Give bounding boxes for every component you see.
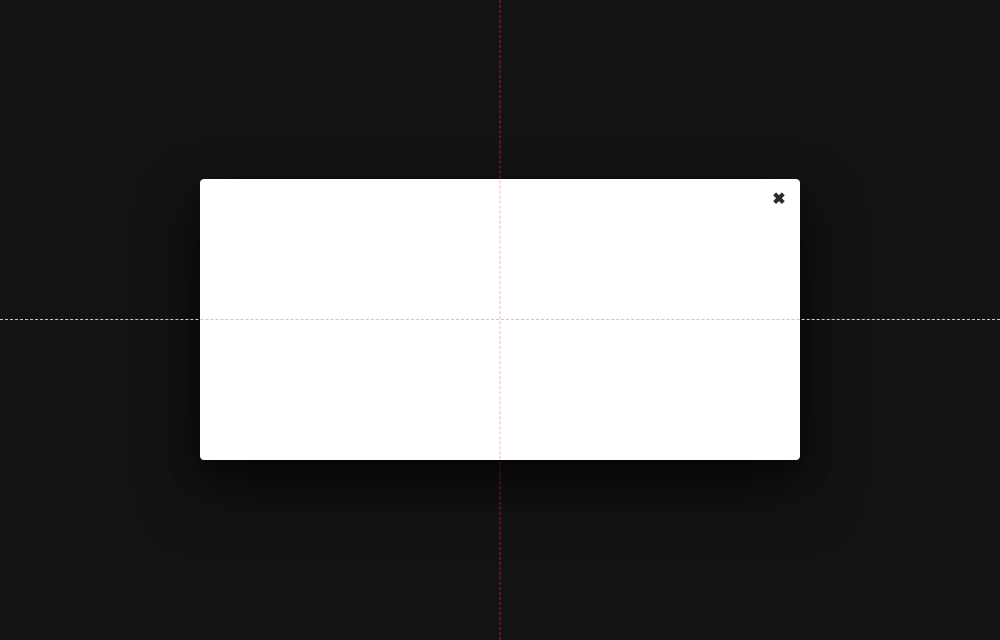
modal-dialog: ✖ [200, 179, 800, 460]
close-icon[interactable]: ✖ [770, 191, 788, 209]
